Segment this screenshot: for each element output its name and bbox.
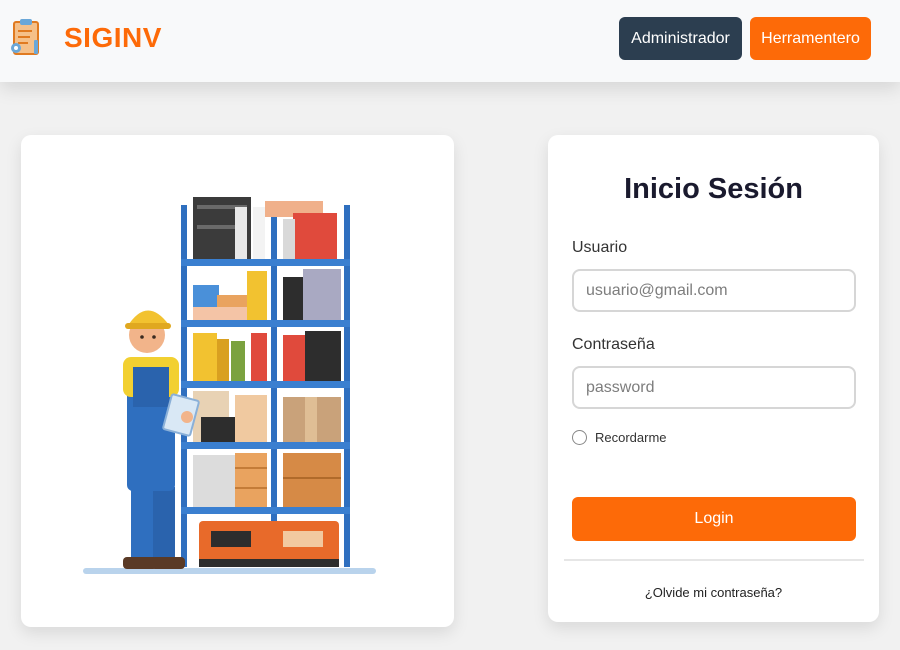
- contrasena-label: Contraseña: [572, 336, 655, 353]
- brand-name[interactable]: SIGINV: [64, 22, 162, 54]
- administrador-button[interactable]: Administrador: [619, 17, 742, 60]
- warehouse-worker-illustration: [83, 197, 376, 574]
- usuario-input[interactable]: [572, 269, 856, 312]
- clipboard-inventory-icon[interactable]: [10, 18, 44, 58]
- herramentero-button[interactable]: Herramentero: [750, 17, 871, 60]
- login-card: Inicio Sesión Usuario Contraseña Recorda…: [548, 135, 879, 622]
- divider: [564, 559, 864, 561]
- forgot-password-link[interactable]: ¿Olvide mi contraseña?: [548, 585, 879, 600]
- usuario-label: Usuario: [572, 239, 628, 256]
- remember-me[interactable]: Recordarme: [572, 430, 667, 445]
- remember-checkbox[interactable]: [572, 430, 587, 445]
- illustration-card: [21, 135, 454, 627]
- top-navbar: SIGINV Administrador Herramentero: [0, 0, 900, 82]
- remember-label: Recordarme: [595, 430, 667, 445]
- login-title: Inicio Sesión: [624, 173, 803, 205]
- password-input[interactable]: [572, 366, 856, 409]
- login-button[interactable]: Login: [572, 497, 856, 541]
